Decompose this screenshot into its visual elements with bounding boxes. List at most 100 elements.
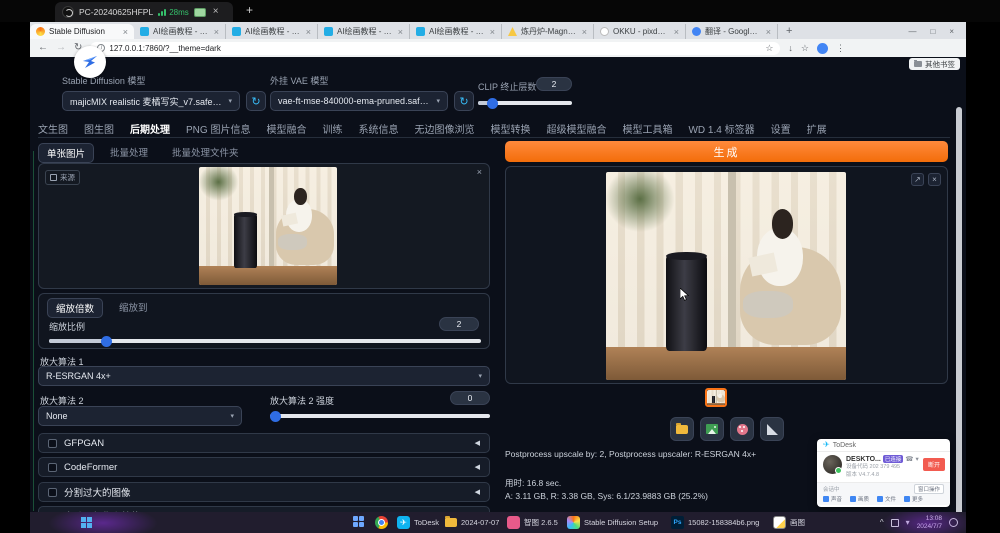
accordion-codeformer[interactable]: CodeFormer ◀	[38, 457, 490, 477]
browser-tab[interactable]: OKKU - pixdust Studio ×	[594, 24, 686, 39]
subtab-batch-process[interactable]: 批量处理	[102, 143, 156, 163]
tab-extensions[interactable]: 扩展	[807, 121, 827, 136]
resize-value[interactable]: 2	[439, 317, 479, 331]
subtab-single-image[interactable]: 单张图片	[38, 143, 94, 163]
save-image-button[interactable]	[700, 417, 724, 441]
photoshop-taskbar-item[interactable]: 15082-158384b6.png	[668, 512, 762, 533]
close-tab-icon[interactable]: ×	[582, 27, 587, 37]
tab-scale-to[interactable]: 缩放到	[111, 298, 156, 318]
page-scrollbar[interactable]	[956, 107, 962, 517]
menu-kebab-icon[interactable]: ⋮	[836, 44, 845, 53]
quality-toggle[interactable]: 画质	[850, 495, 869, 503]
browser-tab[interactable]: AI绘画教程 - 哔哩哔哩 ×	[410, 24, 502, 39]
refresh-sd-model-button[interactable]: ↻	[246, 91, 266, 111]
phone-icon[interactable]: ☎	[905, 455, 913, 463]
tab-checkpoint-merger[interactable]: 模型融合	[266, 121, 306, 136]
close-tab-icon[interactable]: ×	[490, 27, 495, 37]
tab-infinite-browser[interactable]: 无边图像浏览	[414, 121, 474, 136]
tab-img2img[interactable]: 图生图	[84, 121, 114, 136]
close-tab-icon[interactable]: ×	[674, 27, 679, 37]
result-thumbnail[interactable]	[705, 388, 727, 407]
slider-knob[interactable]	[487, 98, 498, 109]
tray-app-icon[interactable]	[891, 519, 899, 527]
more-settings-button[interactable]: 更多	[904, 495, 923, 503]
accordion-split-oversized[interactable]: 分割过大的图像 ◀	[38, 482, 490, 502]
back-icon[interactable]: ←	[38, 43, 48, 53]
tray-chevron-up-icon[interactable]: ^	[880, 519, 884, 527]
maximize-icon[interactable]: □	[930, 27, 935, 36]
fullscreen-icon[interactable]: ↗	[911, 173, 924, 186]
new-session-button[interactable]: +	[246, 3, 253, 17]
result-image[interactable]	[606, 172, 846, 380]
accordion-gfpgan[interactable]: GFPGAN ◀	[38, 433, 490, 453]
close-tab-icon[interactable]: ×	[123, 27, 128, 37]
remote-session-tab[interactable]: PC-20240625HFPL 28ms ×	[55, 2, 233, 22]
close-tab-icon[interactable]: ×	[398, 27, 403, 37]
tab-png-info[interactable]: PNG 图片信息	[186, 121, 250, 136]
todesk-widget[interactable]: ✈ ToDesk DESKTO... 已连接 ☎ ▾ 设备代码 202 379 …	[817, 439, 950, 507]
tab-wd14-tagger[interactable]: WD 1.4 标签器	[688, 121, 754, 136]
other-bookmarks[interactable]: 其他书签	[909, 58, 960, 70]
forward-icon[interactable]: →	[56, 43, 66, 53]
tab-scale-by[interactable]: 缩放倍数	[47, 298, 103, 318]
window-mode-button[interactable]: 窗口操作	[914, 484, 944, 494]
file-transfer-button[interactable]: 文件	[877, 495, 896, 503]
close-tab-icon[interactable]: ×	[766, 27, 771, 37]
minimize-icon[interactable]: —	[908, 27, 916, 36]
start-button[interactable]	[78, 512, 96, 533]
upscaler1-dropdown[interactable]: R-ESRGAN 4x+ ▾	[38, 366, 490, 386]
address-bar[interactable]: i 127.0.0.1:7860/?__theme=dark ☆	[90, 42, 780, 55]
tab-system-info[interactable]: 系统信息	[358, 121, 398, 136]
chrome-taskbar-item[interactable]	[372, 512, 391, 533]
tab-txt2img[interactable]: 文生图	[38, 121, 68, 136]
folder-taskbar-item[interactable]: 2024-07-07	[442, 512, 502, 533]
browser-tab[interactable]: AI绘画教程 - 哔哩哔哩 ×	[134, 24, 226, 39]
send-to-extras-button[interactable]	[730, 417, 754, 441]
generate-button[interactable]: 生成	[505, 141, 948, 162]
tab-supermerger[interactable]: 超级模型融合	[546, 121, 606, 136]
sd-setup-taskbar-item[interactable]: Stable Diffusion Setup	[564, 512, 661, 533]
volume-icon[interactable]: ▾	[906, 519, 910, 527]
tab-settings[interactable]: 设置	[771, 121, 791, 136]
tab-model-toolkit[interactable]: 模型工具箱	[622, 121, 672, 136]
subtab-batch-folder[interactable]: 批量处理文件夹	[164, 143, 247, 163]
close-tab-icon[interactable]: ×	[306, 27, 311, 37]
screen-quality-icon[interactable]	[194, 8, 206, 17]
tab-extras[interactable]: 后期处理	[130, 121, 170, 136]
disconnect-button[interactable]: 断开	[923, 458, 945, 471]
upscaler2-strength-slider[interactable]	[270, 414, 490, 418]
checkbox[interactable]	[48, 488, 57, 497]
tab-train[interactable]: 训练	[322, 121, 342, 136]
extensions-icon[interactable]: ☆	[801, 44, 809, 53]
download-icon[interactable]: ↓	[788, 44, 793, 53]
browser-tab[interactable]: AI绘画教程 - 哔哩哔哩 ×	[226, 24, 318, 39]
resize-slider[interactable]	[49, 339, 481, 343]
browser-tab-active[interactable]: Stable Diffusion ×	[30, 24, 134, 39]
chevron-down-icon[interactable]: ▾	[916, 455, 919, 463]
checkbox[interactable]	[48, 463, 57, 472]
new-tab-button[interactable]: +	[786, 25, 792, 37]
task-view-button[interactable]	[350, 512, 369, 533]
close-session-icon[interactable]: ×	[213, 7, 219, 17]
clear-image-icon[interactable]: ×	[477, 168, 482, 177]
url-text[interactable]: 127.0.0.1:7860/?__theme=dark	[109, 44, 761, 53]
browser-tab[interactable]: 炼丹炉-Magna 下载 ×	[502, 24, 594, 39]
upscaler2-strength-value[interactable]: 0	[450, 391, 490, 405]
upscaler2-dropdown[interactable]: None ▾	[38, 406, 242, 426]
clip-skip-slider[interactable]	[478, 101, 572, 105]
close-window-icon[interactable]: ×	[949, 27, 954, 36]
source-image-panel[interactable]: 来源 ×	[38, 163, 490, 289]
checkbox[interactable]	[48, 439, 57, 448]
refresh-vae-button[interactable]: ↻	[454, 91, 474, 111]
bookmark-star-icon[interactable]: ☆	[765, 44, 773, 53]
todesk-taskbar-item[interactable]: ✈ ToDesk	[394, 512, 442, 533]
clock[interactable]: 13:08 2024/7/7	[917, 515, 942, 530]
slider-knob[interactable]	[101, 336, 112, 347]
tab-model-converter[interactable]: 模型转换	[490, 121, 530, 136]
browser-tab[interactable]: 翻译 - Google 翻译 ×	[686, 24, 778, 39]
notification-icon[interactable]	[949, 518, 958, 527]
send-to-resize-button[interactable]	[760, 417, 784, 441]
paint-taskbar-item[interactable]: 画图	[770, 512, 808, 533]
browser-tab[interactable]: AI绘画教程 - 哔哩哔哩 ×	[318, 24, 410, 39]
vae-dropdown[interactable]: vae-ft-mse-840000-ema-pruned.safetensors…	[270, 91, 448, 111]
